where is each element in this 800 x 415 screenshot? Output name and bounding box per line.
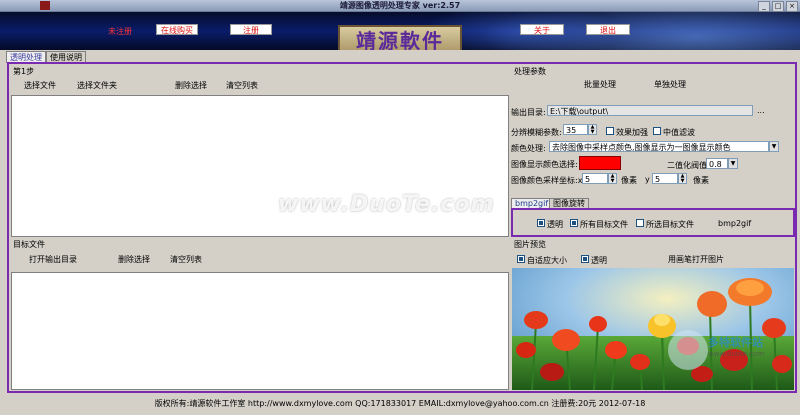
effect-enhance-checkbox[interactable]	[606, 127, 614, 135]
bmp2gif-panel: 透明 所有目标文件 所选目标文件 bmp2gif	[511, 208, 795, 237]
about-button[interactable]: 关于	[520, 24, 564, 35]
app-logo: 靖源軟件	[338, 25, 462, 50]
display-color-label: 图像显示颜色选择:	[511, 160, 578, 169]
minimize-button[interactable]: _	[758, 1, 770, 12]
clear-list-button[interactable]: 清空列表	[226, 80, 258, 91]
auto-fit-label: 自适应大小	[527, 256, 567, 265]
display-color-swatch[interactable]	[579, 156, 621, 170]
select-file-button[interactable]: 选择文件	[24, 80, 56, 91]
sample-x-field[interactable]: 5	[582, 173, 608, 184]
buy-online-button[interactable]: 在线购买	[156, 24, 198, 35]
target-delete-selection-button[interactable]: 删除选择	[118, 254, 150, 265]
step1-header: 第1步	[13, 67, 35, 76]
median-filter-label: 中值滤波	[663, 128, 695, 137]
close-button[interactable]: ×	[786, 1, 798, 12]
sample-x-stepper[interactable]: ▲ ▼	[608, 173, 617, 184]
sample-y-unit: 像素	[693, 176, 709, 185]
sample-x-unit: 像素	[621, 176, 637, 185]
median-filter-checkbox[interactable]	[653, 127, 661, 135]
bmp2gif-button[interactable]: bmp2gif	[718, 219, 751, 228]
register-button[interactable]: 注册	[230, 24, 272, 35]
color-processing-dropdown-icon[interactable]: ▼	[769, 141, 779, 152]
title-bar: 靖源图像透明处理专家 ver:2.57 _ □ ×	[0, 0, 800, 12]
open-output-dir-button[interactable]: 打开输出目录	[29, 254, 77, 265]
unregistered-label: 未注册	[108, 27, 132, 36]
preview-transparent-checkbox[interactable]	[581, 255, 589, 263]
threshold-field[interactable]: 0.8	[706, 158, 728, 169]
single-process-button[interactable]: 单独处理	[654, 79, 686, 90]
blur-param-field[interactable]: 35	[563, 124, 588, 135]
maximize-button[interactable]: □	[772, 1, 784, 12]
preview-transparent-label: 透明	[591, 256, 607, 265]
window-title: 靖源图像透明处理专家 ver:2.57	[339, 1, 461, 10]
target-clear-list-button[interactable]: 清空列表	[170, 254, 202, 265]
threshold-label: 二值化阀值	[667, 161, 707, 170]
banner: 未注册 在线购买 注册 靖源軟件 关于 退出	[0, 12, 800, 50]
open-with-paint-button[interactable]: 用画笔打开图片	[668, 254, 724, 265]
sample-coord-label: 图像颜色采样坐标:x	[511, 176, 583, 185]
browse-button[interactable]: ...	[757, 106, 765, 115]
all-targets-checkbox[interactable]	[570, 219, 578, 227]
blur-param-stepper[interactable]: ▲ ▼	[588, 124, 597, 135]
auto-fit-checkbox[interactable]	[517, 255, 525, 263]
watermark-brand: 多特软件站	[708, 336, 763, 349]
batch-process-button[interactable]: 批量处理	[584, 79, 616, 90]
exit-button[interactable]: 退出	[586, 24, 630, 35]
threshold-dropdown-icon[interactable]: ▼	[728, 158, 738, 169]
watermark-logo: 多特软件站 www.duote.com	[668, 322, 800, 392]
status-bar: 版权所有:靖源软件工作室 http://www.dxmylove.com QQ:…	[154, 399, 646, 408]
delete-selection-button[interactable]: 删除选择	[175, 80, 207, 91]
sample-y-field[interactable]: 5	[652, 173, 678, 184]
select-folder-button[interactable]: 选择文件夹	[77, 80, 117, 91]
gif-transparent-label: 透明	[547, 220, 563, 229]
output-dir-label: 输出目录:	[511, 108, 546, 117]
blur-param-label: 分辨模糊参数:	[511, 128, 562, 137]
target-file-list[interactable]	[11, 272, 509, 390]
watermark-text: www.DuoTe.com	[278, 192, 495, 217]
sample-y-label: y	[645, 175, 650, 184]
selected-targets-label: 所选目标文件	[646, 220, 694, 229]
params-panel: 处理参数 批量处理 单独处理 输出目录: E:\下载\output\ ... 分…	[511, 65, 795, 237]
output-dir-field[interactable]: E:\下载\output\	[547, 105, 753, 116]
color-processing-select[interactable]: 去除图像中采样点颜色,图像显示为一图像显示颜色	[549, 141, 769, 152]
watermark-site: www.duote.com	[708, 350, 765, 358]
selected-targets-checkbox[interactable]	[636, 219, 644, 227]
sample-y-stepper[interactable]: ▲ ▼	[678, 173, 687, 184]
target-panel: 目标文件 打开输出目录 删除选择 清空列表	[10, 238, 509, 390]
effect-enhance-label: 效果加强	[616, 128, 648, 137]
all-targets-label: 所有目标文件	[580, 220, 628, 229]
preview-header: 图片预览	[514, 240, 546, 249]
color-processing-label: 颜色处理:	[511, 144, 546, 153]
target-header: 目标文件	[13, 240, 45, 249]
params-header: 处理参数	[514, 67, 546, 76]
gif-transparent-checkbox[interactable]	[537, 219, 545, 227]
